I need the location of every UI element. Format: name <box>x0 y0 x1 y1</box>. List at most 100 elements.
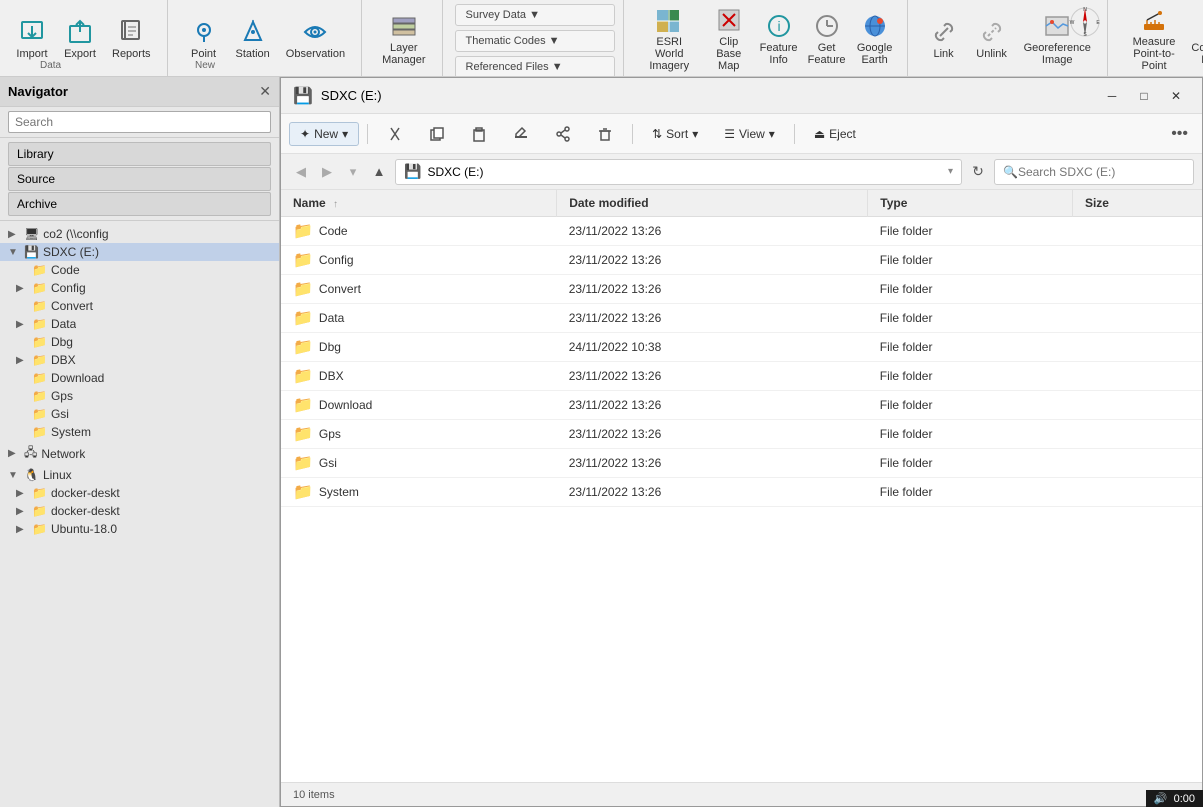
tree-item-ubuntu[interactable]: ▶ 📁 Ubuntu-18.0 <box>0 520 279 538</box>
navigator-search-input[interactable] <box>8 111 271 133</box>
col-name[interactable]: Name ↑ <box>281 190 557 217</box>
link-button[interactable]: Link <box>920 12 968 64</box>
navigator-close-button[interactable]: ✕ <box>259 83 271 100</box>
new-dropdown-icon: ▾ <box>342 127 348 141</box>
paste-button[interactable] <box>460 121 498 147</box>
file-name-cell: 📁 Code <box>281 217 557 246</box>
file-name-cell: 📁 Gps <box>281 420 557 449</box>
tab-library[interactable]: Library <box>8 142 271 166</box>
tree-item-data[interactable]: ▶ 📁 Data <box>0 315 279 333</box>
tab-archive[interactable]: Archive <box>8 192 271 216</box>
folder-icon: 📁 <box>293 453 313 473</box>
table-row[interactable]: 📁 Gsi 23/11/2022 13:26 File folder <box>281 449 1202 478</box>
col-date[interactable]: Date modified <box>557 190 868 217</box>
refresh-button[interactable]: ↻ <box>966 160 990 184</box>
tree-icon-co2: 🖥 <box>24 227 39 241</box>
table-row[interactable]: 📁 Download 23/11/2022 13:26 File folder <box>281 391 1202 420</box>
more-options-button[interactable]: ••• <box>1165 121 1194 147</box>
import-button[interactable]: Import <box>8 12 56 64</box>
navigator-tree: ▶ 🖥 co2 (\\config ▼ 💾 SDXC (E:) 📁 Code ▶… <box>0 221 279 807</box>
tab-source[interactable]: Source <box>8 167 271 191</box>
col-type[interactable]: Type <box>868 190 1073 217</box>
new-label: New <box>314 127 338 141</box>
new-button[interactable]: ✦ New ▾ <box>289 122 359 146</box>
tree-item-docker1[interactable]: ▶ 📁 docker-deskt <box>0 484 279 502</box>
reports-button[interactable]: Reports <box>104 12 159 64</box>
tree-item-config[interactable]: ▶ 📁 Config <box>0 279 279 297</box>
sort-button[interactable]: ⇅ Sort ▾ <box>641 122 709 146</box>
file-name-cell: 📁 Config <box>281 246 557 275</box>
forward-button[interactable]: ▶ <box>315 160 339 184</box>
share-button[interactable] <box>544 121 582 147</box>
unlink-button[interactable]: Unlink <box>968 12 1016 64</box>
sort-icon: ⇅ <box>652 127 662 141</box>
table-row[interactable]: 📁 DBX 23/11/2022 13:26 File folder <box>281 362 1202 391</box>
delete-button[interactable] <box>586 121 624 147</box>
referenced-files-dropdown[interactable]: Referenced Files ▼ <box>455 56 615 77</box>
minimize-button[interactable]: ─ <box>1098 86 1126 106</box>
toolbar-group-data: Import Export Re <box>0 0 168 76</box>
maximize-button[interactable]: □ <box>1130 86 1158 106</box>
tree-item-convert[interactable]: 📁 Convert <box>0 297 279 315</box>
table-row[interactable]: 📁 Dbg 24/11/2022 10:38 File folder <box>281 333 1202 362</box>
table-row[interactable]: 📁 Gps 23/11/2022 13:26 File folder <box>281 420 1202 449</box>
tree-item-sdxc[interactable]: ▼ 💾 SDXC (E:) <box>0 243 279 261</box>
tree-item-docker2[interactable]: ▶ 📁 docker-deskt <box>0 502 279 520</box>
view-button[interactable]: ☰ View ▾ <box>713 122 786 146</box>
recent-button[interactable]: ▾ <box>341 160 365 184</box>
col-size[interactable]: Size <box>1072 190 1202 217</box>
rename-button[interactable] <box>502 121 540 147</box>
cut-button[interactable] <box>376 121 414 147</box>
observation-button[interactable]: Observation <box>278 12 353 64</box>
search-input[interactable] <box>1018 165 1185 179</box>
table-row[interactable]: 📁 Config 23/11/2022 13:26 File folder <box>281 246 1202 275</box>
tree-item-download[interactable]: 📁 Download <box>0 369 279 387</box>
tree-item-dbg[interactable]: 📁 Dbg <box>0 333 279 351</box>
clip-base-map-button[interactable]: ClipBase Map <box>703 0 755 76</box>
tree-item-linux[interactable]: ▼ 🐧 Linux <box>0 466 279 484</box>
survey-data-dropdown[interactable]: Survey Data ▼ <box>455 4 615 26</box>
data-group-label: Data <box>40 60 61 71</box>
tree-item-dbx[interactable]: ▶ 📁 DBX <box>0 351 279 369</box>
compute-point-button[interactable]: ComputePoint <box>1188 6 1203 70</box>
tree-item-gps[interactable]: 📁 Gps <box>0 387 279 405</box>
file-name: Data <box>319 311 344 325</box>
esri-world-button[interactable]: ESRIWorld Imagery <box>636 0 703 76</box>
point-button[interactable]: Point <box>180 12 228 64</box>
table-row[interactable]: 📁 Data 23/11/2022 13:26 File folder <box>281 304 1202 333</box>
google-earth-button[interactable]: GoogleEarth <box>851 6 899 70</box>
table-row[interactable]: 📁 System 23/11/2022 13:26 File folder <box>281 478 1202 507</box>
tree-arrow-dbx: ▶ <box>16 355 32 366</box>
tree-item-gsi[interactable]: 📁 Gsi <box>0 405 279 423</box>
file-size-cell <box>1072 420 1202 449</box>
address-path[interactable]: 💾 SDXC (E:) ▾ <box>395 159 962 185</box>
link-label: Link <box>933 48 953 60</box>
file-name: System <box>319 485 359 499</box>
tree-label-ubuntu: Ubuntu-18.0 <box>51 522 117 536</box>
file-date-cell: 23/11/2022 13:26 <box>557 362 868 391</box>
tree-icon-network: 🖧 <box>24 443 37 464</box>
station-button[interactable]: Station <box>228 12 278 64</box>
tree-item-system[interactable]: 📁 System <box>0 423 279 441</box>
back-button[interactable]: ◀ <box>289 160 313 184</box>
thematic-codes-dropdown[interactable]: Thematic Codes ▼ <box>455 30 615 52</box>
get-feature-button[interactable]: GetFeature <box>803 6 851 70</box>
export-button[interactable]: Export <box>56 12 104 64</box>
search-box: 🔍 <box>994 159 1194 185</box>
close-button[interactable]: ✕ <box>1162 86 1190 106</box>
copy-button[interactable] <box>418 121 456 147</box>
tree-item-code[interactable]: 📁 Code <box>0 261 279 279</box>
file-type-cell: File folder <box>868 420 1073 449</box>
layer-manager-button[interactable]: LayerManager <box>374 6 433 70</box>
cut-icon <box>387 126 403 142</box>
table-row[interactable]: 📁 Convert 23/11/2022 13:26 File folder <box>281 275 1202 304</box>
feature-info-button[interactable]: i FeatureInfo <box>755 6 803 70</box>
file-type-cell: File folder <box>868 449 1073 478</box>
file-name-cell: 📁 Data <box>281 304 557 333</box>
eject-button[interactable]: ⏏ Eject <box>803 122 867 146</box>
tree-item-co2[interactable]: ▶ 🖥 co2 (\\config <box>0 225 279 243</box>
tree-item-network[interactable]: ▶ 🖧 Network <box>0 441 279 466</box>
up-button[interactable]: ▲ <box>367 160 391 184</box>
table-row[interactable]: 📁 Code 23/11/2022 13:26 File folder <box>281 217 1202 246</box>
measure-button[interactable]: MeasurePoint-to-Point <box>1120 0 1188 76</box>
